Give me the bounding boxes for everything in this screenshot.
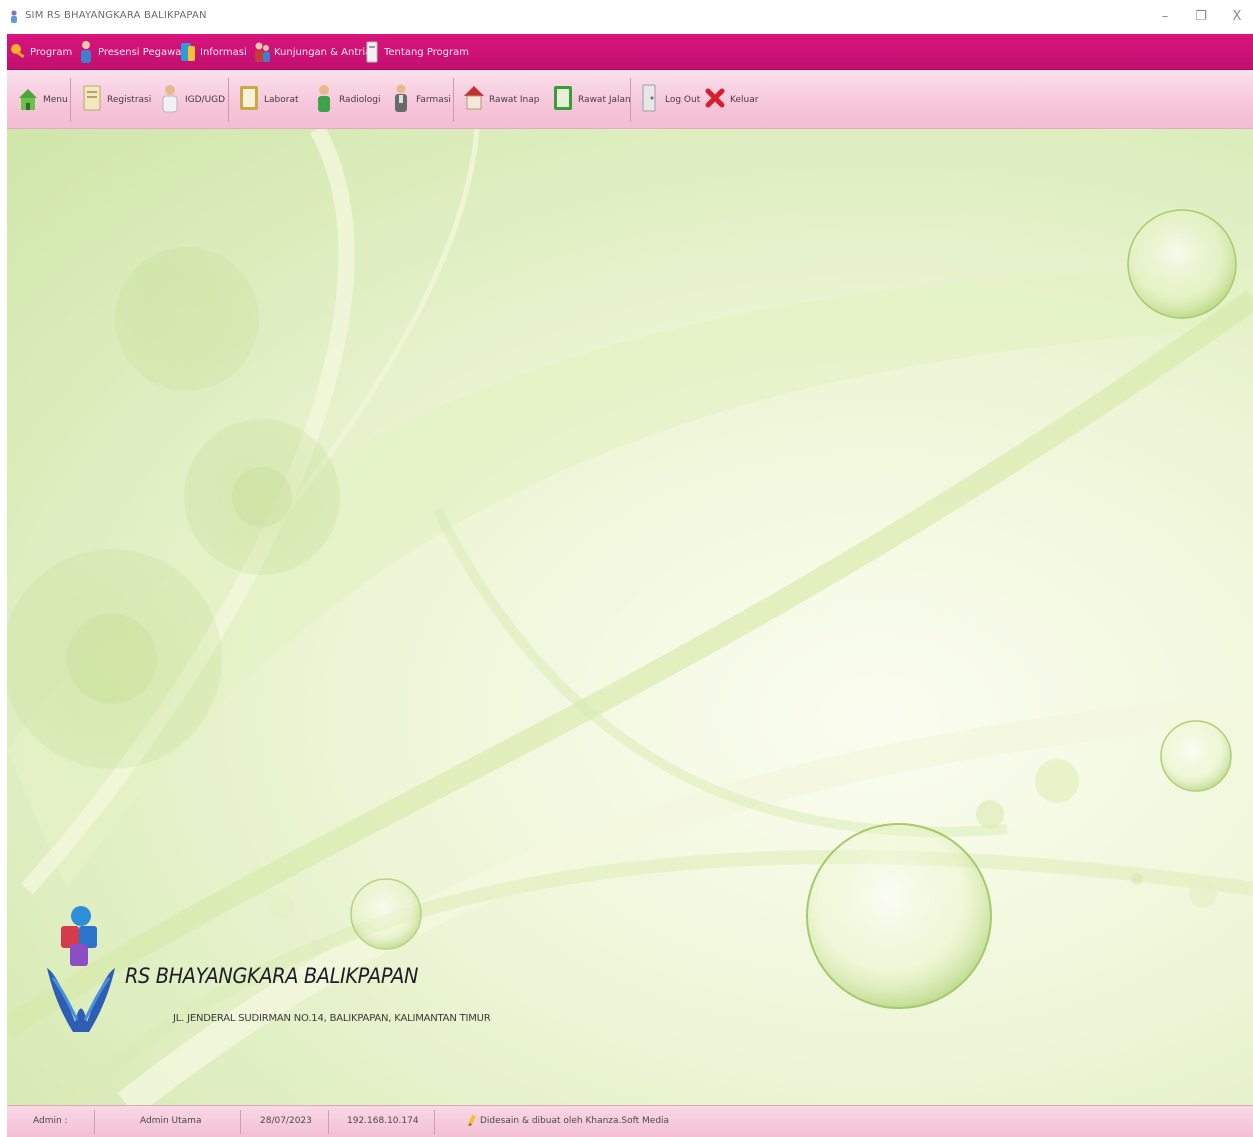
toolbar-keluar-label: Keluar (730, 95, 759, 105)
key-icon (11, 44, 25, 59)
status-separator (94, 1110, 95, 1134)
title-bar: SIM RS BHAYANGKARA BALIKPAPAN – ❐ X (7, 0, 1253, 34)
toolbar-rawat-inap-button[interactable]: Rawat Inap (463, 78, 539, 122)
status-date: 28/07/2023 (260, 1116, 312, 1126)
app-icon (11, 10, 17, 23)
status-user-label: Admin : (33, 1116, 68, 1126)
outpatient-icon (554, 86, 572, 110)
home-icon (19, 89, 37, 110)
menu-tentang-program[interactable]: Tentang Program (363, 39, 469, 65)
menu-presensi-pegawai[interactable]: Presensi Pegawai (77, 39, 184, 65)
status-separator (240, 1110, 241, 1134)
menu-program-label: Program (30, 46, 73, 58)
toolbar-menu-label: Menu (43, 95, 68, 105)
logout-icon (642, 84, 656, 112)
status-user-name: Admin Utama (140, 1116, 202, 1126)
status-bar: Admin : Admin Utama 28/07/2023 192.168.1… (7, 1105, 1253, 1137)
pencil-icon (468, 1114, 476, 1126)
toolbar-farmasi-label: Farmasi (416, 95, 451, 105)
toolbar-logout-button[interactable]: Log Out (639, 78, 700, 122)
radiology-icon (318, 85, 330, 112)
desktop-area: RS BHAYANGKARA BALIKPAPAN JL. JENDERAL S… (7, 129, 1253, 1105)
status-separator (328, 1110, 329, 1134)
toolbar: Menu Registrasi IGD/UGD Laborat Radiolog… (7, 70, 1253, 129)
registration-icon (83, 85, 101, 111)
toolbar-keluar-button[interactable]: Keluar (704, 78, 758, 122)
info-icon (181, 43, 195, 61)
toolbar-laborat-label: Laborat (264, 95, 299, 105)
toolbar-rawat-inap-label: Rawat Inap (489, 95, 540, 105)
toolbar-farmasi-button[interactable]: Farmasi (390, 78, 451, 122)
hospital-name: RS BHAYANGKARA BALIKPAPAN (125, 964, 419, 988)
document-icon (366, 41, 378, 63)
hospital-branding: RS BHAYANGKARA BALIKPAPAN JL. JENDERAL S… (39, 904, 519, 1064)
toolbar-rawat-jalan-label: Rawat Jalan (578, 95, 631, 105)
toolbar-menu-button[interactable]: Menu (17, 78, 68, 122)
menu-informasi-label: Informasi (200, 46, 247, 58)
toolbar-separator (228, 78, 229, 122)
toolbar-separator (453, 78, 454, 122)
pharmacy-icon (395, 84, 407, 112)
menu-presensi-pegawai-label: Presensi Pegawai (98, 46, 185, 58)
people-icon (255, 42, 270, 62)
menu-bar: Program Presensi Pegawai Informasi Kunju… (7, 34, 1253, 70)
restore-button[interactable]: ❐ (1183, 6, 1219, 28)
toolbar-registrasi-button[interactable]: Registrasi (81, 78, 151, 122)
status-ip-address: 192.168.10.174 (347, 1116, 419, 1126)
menu-informasi[interactable]: Informasi (179, 39, 247, 65)
toolbar-separator (70, 78, 71, 122)
doctor-icon (162, 85, 178, 113)
laboratory-icon (240, 86, 258, 110)
minimize-button[interactable]: – (1147, 6, 1183, 28)
application-window: SIM RS BHAYANGKARA BALIKPAPAN – ❐ X Prog… (7, 0, 1253, 1137)
close-window-button[interactable]: X (1219, 6, 1253, 28)
toolbar-laborat-button[interactable]: Laborat (238, 78, 299, 122)
hospital-address: JL. JENDERAL SUDIRMAN NO.14, BALIKPAPAN,… (173, 1013, 491, 1024)
toolbar-registrasi-label: Registrasi (107, 95, 152, 105)
toolbar-igd-button[interactable]: IGD/UGD (159, 78, 225, 122)
window-title: SIM RS BHAYANGKARA BALIKPAPAN (25, 10, 207, 21)
toolbar-igd-label: IGD/UGD (185, 95, 226, 105)
inpatient-icon (464, 86, 484, 110)
person-icon (81, 41, 91, 63)
toolbar-logout-label: Log Out (665, 95, 701, 105)
toolbar-separator (630, 78, 631, 122)
toolbar-rawat-jalan-button[interactable]: Rawat Jalan (552, 78, 631, 122)
menu-tentang-program-label: Tentang Program (384, 46, 470, 58)
close-icon (705, 88, 725, 108)
status-separator (434, 1110, 435, 1134)
toolbar-radiologi-button[interactable]: Radiologi (313, 78, 381, 122)
hospital-logo (47, 906, 115, 1032)
menu-kunjungan-antrian[interactable]: Kunjungan & Antrian (253, 39, 378, 65)
menu-program[interactable]: Program (9, 39, 72, 65)
toolbar-radiologi-label: Radiologi (339, 95, 381, 105)
status-credit: Didesain & dibuat oleh Khanza.Soft Media (480, 1116, 670, 1126)
